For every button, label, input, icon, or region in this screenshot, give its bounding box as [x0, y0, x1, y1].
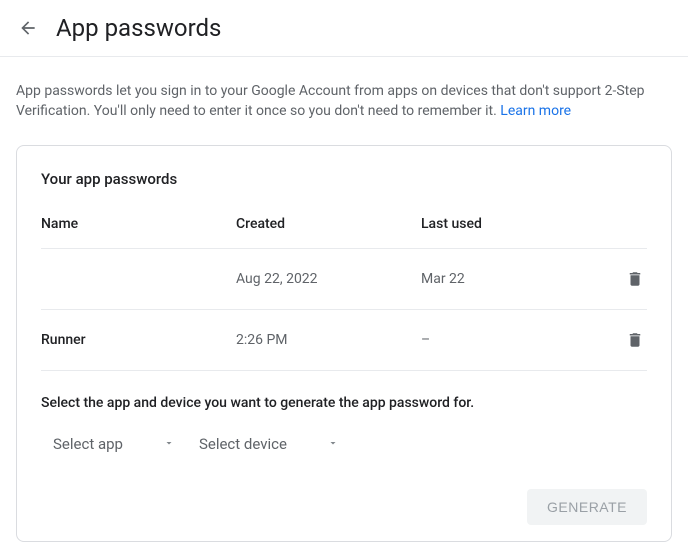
- select-app-dropdown[interactable]: Select app: [53, 435, 175, 453]
- learn-more-link[interactable]: Learn more: [500, 103, 571, 119]
- chevron-down-icon: [163, 435, 175, 453]
- back-arrow-icon[interactable]: [16, 16, 40, 40]
- select-device-dropdown[interactable]: Select device: [199, 435, 339, 453]
- row-created: 2:26 PM: [236, 332, 421, 348]
- row-lastused: –: [421, 332, 591, 348]
- generate-label: Select the app and device you want to ge…: [41, 395, 647, 411]
- passwords-table: Name Created Last used Aug 22, 2022 Mar …: [41, 216, 647, 525]
- row-created: Aug 22, 2022: [236, 271, 421, 287]
- page-description: App passwords let you sign in to your Go…: [0, 57, 688, 129]
- app-passwords-card: Your app passwords Name Created Last use…: [16, 145, 672, 542]
- chevron-down-icon: [327, 435, 339, 453]
- row-name: Runner: [41, 332, 236, 348]
- delete-icon[interactable]: [623, 267, 647, 291]
- table-header: Name Created Last used: [41, 216, 647, 248]
- card-title: Your app passwords: [41, 170, 647, 188]
- column-header-created: Created: [236, 216, 421, 232]
- column-header-lastused: Last used: [421, 216, 591, 232]
- delete-icon[interactable]: [623, 328, 647, 352]
- table-row: Aug 22, 2022 Mar 22: [41, 248, 647, 309]
- select-app-label: Select app: [53, 435, 123, 453]
- row-lastused: Mar 22: [421, 271, 591, 287]
- generate-section: Select the app and device you want to ge…: [41, 370, 647, 525]
- select-device-label: Select device: [199, 435, 287, 453]
- page-title: App passwords: [56, 14, 221, 42]
- table-row: Runner 2:26 PM –: [41, 309, 647, 370]
- generate-button[interactable]: GENERATE: [527, 489, 647, 525]
- column-header-name: Name: [41, 216, 236, 232]
